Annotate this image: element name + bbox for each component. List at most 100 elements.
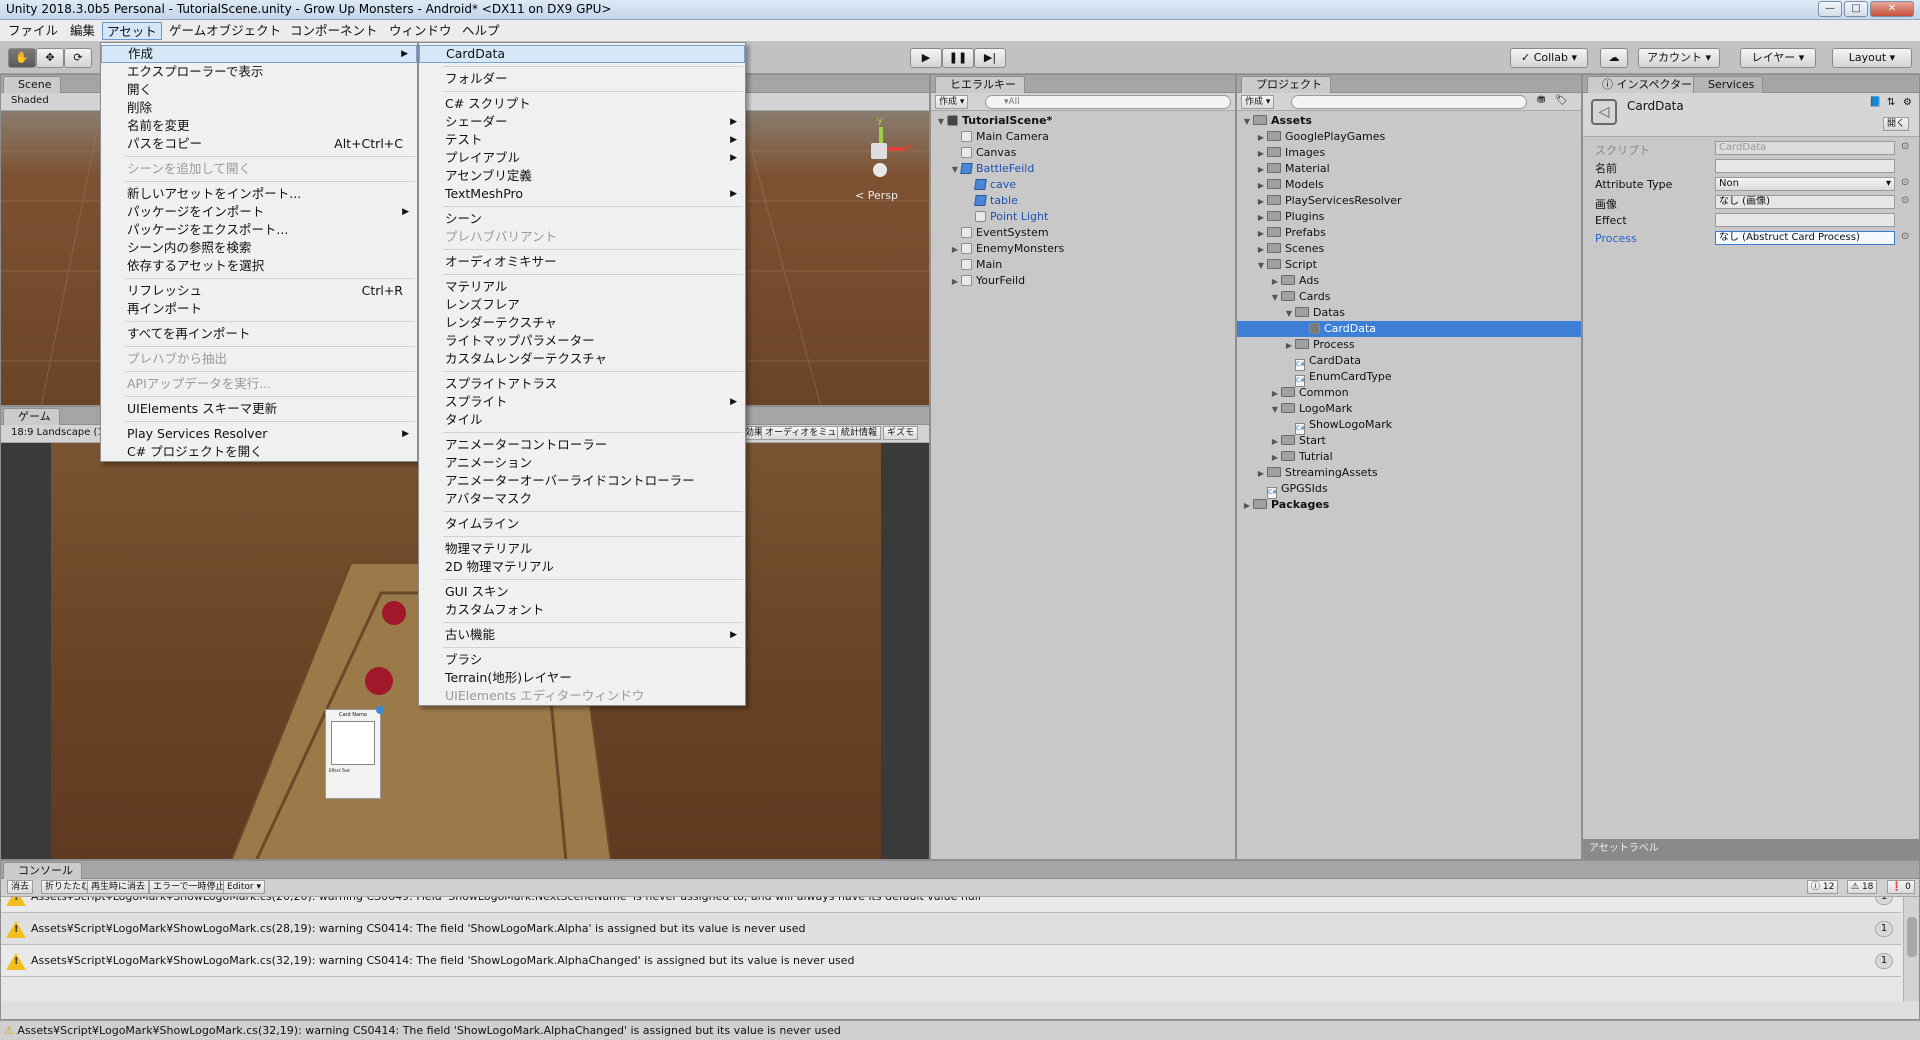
tab-inspector[interactable]: ⓘ インスペクター <box>1587 76 1702 93</box>
project-item-row[interactable]: C# EnumCardType <box>1237 369 1581 387</box>
project-item-row[interactable]: ▶ Images <box>1237 145 1581 161</box>
scene-gizmo[interactable]: y x <box>851 115 913 185</box>
tab-hierarchy[interactable]: ヒエラルキー <box>935 76 1025 93</box>
hierarchy-item-row[interactable]: EventSystem <box>931 225 1235 241</box>
play-icon[interactable]: ▶ <box>910 48 942 68</box>
console-log-row[interactable]: ! Assets¥Script¥LogoMark¥ShowLogoMark.cs(… <box>1 913 1901 945</box>
expand-down-icon[interactable]: ▼ <box>935 114 947 130</box>
expand-down-icon[interactable]: ▼ <box>1241 114 1253 130</box>
error-count-toggle[interactable]: ❗ 0 <box>1887 880 1915 894</box>
assets-menu-item-26[interactable]: Play Services Resolver ▶ <box>101 425 417 443</box>
inspector-field-image[interactable]: なし (画像) <box>1715 195 1895 209</box>
stats-toggle[interactable]: 統計情報 <box>837 426 882 440</box>
project-item-row[interactable]: ▶ PlayServicesResolver <box>1237 193 1581 209</box>
open-button[interactable]: 開く <box>1883 117 1910 131</box>
menu-file[interactable]: ファイル <box>4 22 62 40</box>
assets-menu-item-18[interactable]: すべてを再インポート <box>101 325 417 343</box>
layers-dropdown[interactable]: レイヤー ▾ <box>1740 48 1816 68</box>
minimize-button[interactable]: — <box>1818 1 1842 17</box>
hierarchy-item-row[interactable]: Main Camera <box>931 129 1235 145</box>
settings-gear-icon[interactable]: ⚙ <box>1903 97 1912 108</box>
pause-icon[interactable]: ❚❚ <box>942 48 974 68</box>
create-menu-item-5[interactable]: シェーダー ▶ <box>419 113 745 131</box>
tab-game[interactable]: ゲーム <box>3 408 60 425</box>
hierarchy-item-row[interactable]: cave <box>931 177 1235 193</box>
create-menu-item-19[interactable]: ライトマップパラメーター <box>419 332 745 350</box>
hierarchy-create-button[interactable]: 作成 ▾ <box>935 95 969 109</box>
create-menu-item-29[interactable]: アバターマスク <box>419 490 745 508</box>
create-menu-item-16[interactable]: マテリアル <box>419 278 745 296</box>
create-menu-item-23[interactable]: スプライト ▶ <box>419 393 745 411</box>
project-item-row[interactable]: C# CardData <box>1237 353 1581 371</box>
preset-icon[interactable]: ⇅ <box>1887 97 1895 108</box>
create-menu-item-41[interactable]: ブラシ <box>419 651 745 669</box>
info-count-toggle[interactable]: ⓘ 12 <box>1807 880 1839 894</box>
gizmos-toggle[interactable]: ギズモ <box>883 426 919 440</box>
expand-right-icon[interactable]: ▶ <box>1255 162 1267 178</box>
assets-menu-item-16[interactable]: 再インポート <box>101 300 417 318</box>
assets-menu-item-0[interactable]: 作成 ▶ <box>101 45 417 63</box>
menu-window[interactable]: ウィンドウ <box>385 22 456 40</box>
assets-menu-item-4[interactable]: 名前を変更 <box>101 117 417 135</box>
assets-menu-item-3[interactable]: 削除 <box>101 99 417 117</box>
expand-right-icon[interactable]: ▶ <box>1269 274 1281 290</box>
create-menu-item-27[interactable]: アニメーション <box>419 454 745 472</box>
create-menu-item-17[interactable]: レンズフレア <box>419 296 745 314</box>
tab-project[interactable]: プロジェクト <box>1241 76 1331 93</box>
expand-right-icon[interactable]: ▶ <box>1283 338 1295 354</box>
expand-down-icon[interactable]: ▼ <box>1255 258 1267 274</box>
create-menu-item-2[interactable]: フォルダー <box>419 70 745 88</box>
hierarchy-search-input[interactable]: ▾All <box>985 95 1231 109</box>
assets-menu-item-1[interactable]: エクスプローラーで表示 <box>101 63 417 81</box>
move-tool-icon[interactable]: ✥ <box>36 48 64 68</box>
expand-right-icon[interactable]: ▶ <box>949 274 961 290</box>
clear-on-play-toggle[interactable]: 再生時に消去 <box>87 880 150 894</box>
project-item-row[interactable]: CardData <box>1237 321 1581 337</box>
project-item-row[interactable]: ▶ Common <box>1237 385 1581 401</box>
project-item-row[interactable]: ▶ Ads <box>1237 273 1581 289</box>
hierarchy-item-row[interactable]: table <box>931 193 1235 209</box>
rotate-tool-icon[interactable]: ⟳ <box>64 48 92 68</box>
object-picker-icon[interactable]: ⊙ <box>1901 195 1909 206</box>
project-create-button[interactable]: 作成 ▾ <box>1241 95 1275 109</box>
assets-menu-item-2[interactable]: 開く <box>101 81 417 99</box>
card-preview[interactable]: Card Name Effect Text <box>325 706 384 799</box>
assets-menu-item-11[interactable]: パッケージをエクスポート... <box>101 221 417 239</box>
create-menu-item-4[interactable]: C# スクリプト <box>419 95 745 113</box>
expand-right-icon[interactable]: ▶ <box>1255 210 1267 226</box>
layout-dropdown[interactable]: Layout ▾ <box>1832 48 1912 68</box>
hierarchy-item-row[interactable]: Point Light <box>931 209 1235 225</box>
project-item-row[interactable]: ▶ Scenes <box>1237 241 1581 257</box>
menu-edit[interactable]: 編集 <box>66 22 99 40</box>
expand-right-icon[interactable]: ▶ <box>1255 146 1267 162</box>
project-search-input[interactable] <box>1291 95 1527 109</box>
inspector-field-process[interactable]: なし (Abstruct Card Process) <box>1715 231 1895 245</box>
expand-right-icon[interactable]: ▶ <box>949 242 961 258</box>
create-menu-item-8[interactable]: アセンブリ定義 <box>419 167 745 185</box>
create-menu-item-28[interactable]: アニメーターオーバーライドコントローラー <box>419 472 745 490</box>
account-dropdown[interactable]: アカウント ▾ <box>1638 48 1720 68</box>
step-icon[interactable]: ▶| <box>974 48 1006 68</box>
scrollbar-thumb[interactable] <box>1907 917 1917 957</box>
expand-right-icon[interactable]: ▶ <box>1255 178 1267 194</box>
project-item-row[interactable]: ▶ StreamingAssets <box>1237 465 1581 481</box>
create-menu-item-24[interactable]: タイル <box>419 411 745 429</box>
project-item-row[interactable]: ▶ Process <box>1237 337 1581 353</box>
hierarchy-item-row[interactable]: Canvas <box>931 145 1235 161</box>
menu-gameobject[interactable]: ゲームオブジェクト <box>165 22 285 40</box>
object-picker-icon[interactable]: ⊙ <box>1901 231 1909 242</box>
create-menu-item-36[interactable]: GUI スキン <box>419 583 745 601</box>
help-icon[interactable]: 📘 <box>1869 97 1881 108</box>
assets-menu-item-15[interactable]: リフレッシュ Ctrl+R <box>101 282 417 300</box>
project-item-row[interactable]: ▼ LogoMark <box>1237 401 1581 417</box>
create-menu-item-42[interactable]: Terrain(地形)レイヤー <box>419 669 745 687</box>
create-menu-item-33[interactable]: 物理マテリアル <box>419 540 745 558</box>
expand-right-icon[interactable]: ▶ <box>1269 450 1281 466</box>
expand-down-icon[interactable]: ▼ <box>1283 306 1295 322</box>
filter-by-type-icon[interactable]: ⛃ <box>1537 95 1545 106</box>
hierarchy-item-row[interactable]: ▶ YourFeild <box>931 273 1235 289</box>
inspector-field-effect[interactable] <box>1715 213 1895 227</box>
create-menu-item-39[interactable]: 古い機能 ▶ <box>419 626 745 644</box>
project-item-row[interactable]: C# ShowLogoMark <box>1237 417 1581 435</box>
create-menu-item-14[interactable]: オーディオミキサー <box>419 253 745 271</box>
